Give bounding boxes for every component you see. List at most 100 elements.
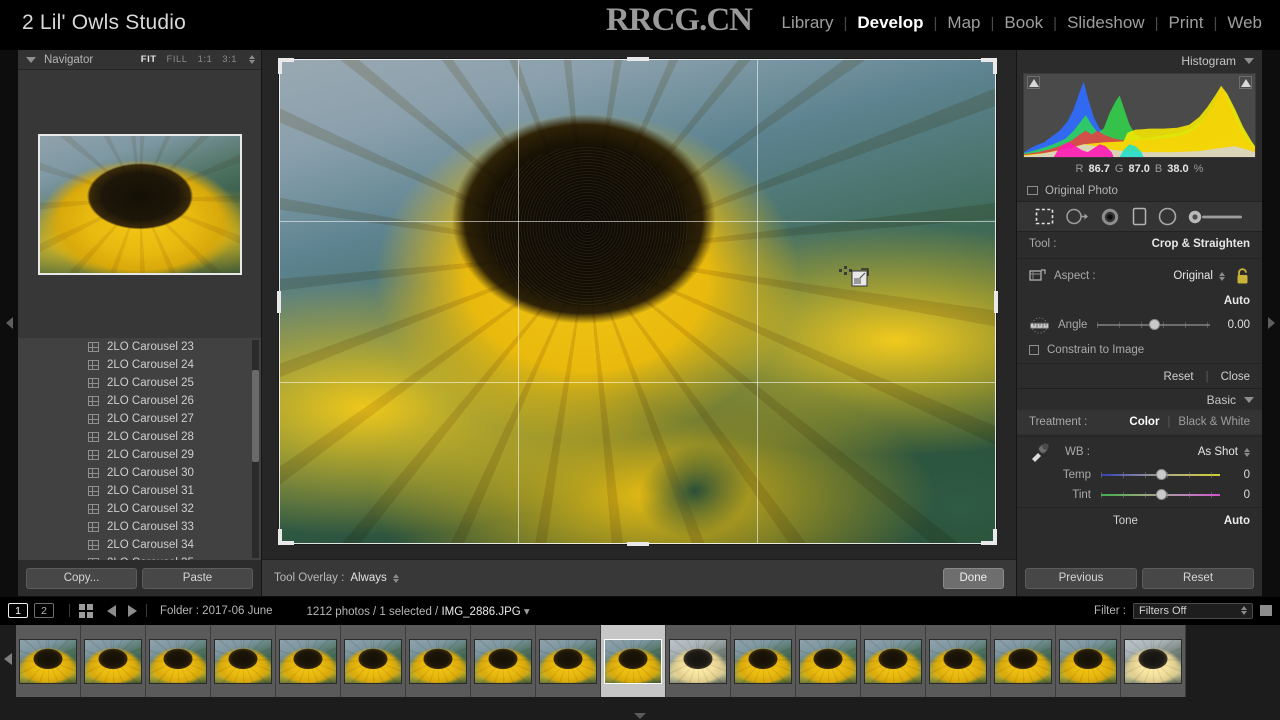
list-item[interactable]: 2LO Carousel 23	[18, 338, 261, 356]
list-item[interactable]: 2LO Carousel 24	[18, 356, 261, 374]
angle-value[interactable]: 0.00	[1220, 319, 1250, 331]
list-item[interactable]	[1056, 625, 1121, 697]
list-item[interactable]	[991, 625, 1056, 697]
list-item[interactable]: 2LO Carousel 27	[18, 410, 261, 428]
checkbox-icon[interactable]	[1029, 345, 1039, 355]
tint-value[interactable]: 0	[1230, 489, 1250, 501]
screen-1-button[interactable]: 1	[8, 603, 28, 618]
slider-knob[interactable]	[1148, 319, 1160, 330]
list-item[interactable]	[341, 625, 406, 697]
tint-slider[interactable]	[1101, 489, 1220, 500]
filter-select[interactable]: Filters Off	[1133, 602, 1253, 619]
previous-photo-arrow-icon[interactable]	[107, 604, 116, 617]
right-panel-toggle[interactable]	[1262, 50, 1280, 596]
histogram-header[interactable]: Histogram	[1017, 50, 1262, 72]
auto-button[interactable]: Auto	[1224, 295, 1250, 307]
list-item[interactable]	[1121, 625, 1186, 697]
treatment-color-option[interactable]: Color	[1129, 416, 1159, 428]
module-web[interactable]: Web	[1217, 13, 1272, 33]
lock-icon[interactable]	[1235, 267, 1250, 285]
module-book[interactable]: Book	[994, 13, 1053, 33]
module-slideshow[interactable]: Slideshow	[1057, 13, 1155, 33]
slider-knob[interactable]	[1155, 489, 1167, 500]
crop-tool-icon[interactable]	[1035, 208, 1054, 225]
list-item[interactable]	[666, 625, 731, 697]
list-item[interactable]	[211, 625, 276, 697]
angle-slider[interactable]	[1097, 319, 1210, 330]
scrollbar-thumb[interactable]	[252, 370, 259, 462]
straighten-tool-icon[interactable]	[1029, 316, 1050, 334]
adjustment-brush-tool-icon[interactable]	[1188, 209, 1244, 225]
list-item[interactable]	[406, 625, 471, 697]
list-item[interactable]	[731, 625, 796, 697]
filmstrip-resize-handle[interactable]	[634, 713, 646, 719]
temp-value[interactable]: 0	[1230, 469, 1250, 481]
copy-button[interactable]: Copy...	[26, 567, 137, 589]
eyedropper-icon[interactable]	[1029, 442, 1051, 462]
list-item[interactable]	[861, 625, 926, 697]
histogram-chart[interactable]	[1023, 73, 1256, 158]
list-item[interactable]: 2LO Carousel 34	[18, 536, 261, 554]
list-item[interactable]	[16, 625, 81, 697]
list-item[interactable]: 2LO Carousel 32	[18, 500, 261, 518]
list-item[interactable]	[276, 625, 341, 697]
zoom-1-1[interactable]: 1:1	[198, 54, 213, 65]
module-map[interactable]: Map	[937, 13, 990, 33]
filename-dropdown-arrow-icon[interactable]: ▾	[524, 606, 530, 618]
list-item[interactable]: 2LO Carousel 28	[18, 428, 261, 446]
list-item[interactable]: 2LO Carousel 33	[18, 518, 261, 536]
paste-button[interactable]: Paste	[142, 567, 253, 589]
main-photo[interactable]	[279, 59, 996, 544]
navigator-header[interactable]: Navigator FIT FILL 1:1 3:1	[18, 50, 261, 70]
graduated-filter-tool-icon[interactable]	[1132, 207, 1147, 226]
previous-button[interactable]: Previous	[1025, 567, 1137, 589]
identity-plate[interactable]: 2 Lil' Owls Studio	[22, 11, 186, 35]
slider-knob[interactable]	[1155, 469, 1167, 480]
list-item[interactable]: 2LO Carousel 26	[18, 392, 261, 410]
zoom-fit[interactable]: FIT	[141, 54, 157, 65]
list-item-selected[interactable]	[601, 625, 666, 697]
list-item[interactable]	[471, 625, 536, 697]
filmstrip-scroll-left-icon[interactable]	[4, 653, 12, 665]
list-item[interactable]	[926, 625, 991, 697]
crop-reset-button[interactable]: Reset	[1164, 371, 1194, 383]
zoom-fill[interactable]: FILL	[167, 54, 188, 65]
aspect-value[interactable]: Original	[1173, 270, 1213, 282]
presets-scrollbar[interactable]	[252, 340, 259, 558]
list-item[interactable]: 2LO Carousel 25	[18, 374, 261, 392]
original-photo-row[interactable]: Original Photo	[1017, 180, 1262, 202]
wb-stepper-icon[interactable]	[1244, 447, 1250, 457]
shadow-clipping-indicator[interactable]	[1027, 76, 1040, 89]
left-panel-toggle[interactable]	[0, 50, 18, 596]
basic-panel-header[interactable]: Basic	[1017, 388, 1262, 410]
screen-2-button[interactable]: 2	[34, 603, 54, 618]
list-item[interactable]	[796, 625, 861, 697]
list-item[interactable]	[536, 625, 601, 697]
navigator-preview[interactable]	[18, 70, 261, 338]
tool-overlay-value[interactable]: Always	[350, 572, 386, 584]
list-item[interactable]: 2LO Carousel 31	[18, 482, 261, 500]
triangle-down-icon[interactable]	[1244, 58, 1254, 64]
image-stage[interactable]	[262, 50, 1016, 559]
folder-label[interactable]: Folder : 2017-06 June	[160, 605, 273, 617]
done-button[interactable]: Done	[942, 567, 1004, 589]
red-eye-tool-icon[interactable]	[1100, 208, 1120, 226]
zoom-stepper-icon[interactable]	[249, 55, 255, 64]
next-photo-arrow-icon[interactable]	[128, 604, 137, 617]
tool-overlay-stepper-icon[interactable]	[392, 573, 399, 583]
triangle-down-icon[interactable]	[26, 56, 36, 63]
treatment-bw-option[interactable]: Black & White	[1178, 416, 1250, 428]
temp-slider[interactable]	[1101, 469, 1220, 480]
zoom-3-1[interactable]: 3:1	[222, 54, 237, 65]
list-item[interactable]	[146, 625, 211, 697]
crop-close-button[interactable]: Close	[1221, 371, 1250, 383]
reset-button[interactable]: Reset	[1142, 567, 1254, 589]
list-item[interactable]: 2LO Carousel 30	[18, 464, 261, 482]
filter-lock-icon[interactable]	[1260, 605, 1272, 616]
grid-view-icon[interactable]	[79, 603, 93, 618]
current-filename[interactable]: IMG_2886.JPG	[441, 606, 520, 618]
wb-value[interactable]: As Shot	[1198, 446, 1238, 458]
module-library[interactable]: Library	[772, 13, 844, 33]
module-print[interactable]: Print	[1158, 13, 1213, 33]
filter-stepper-icon[interactable]	[1241, 606, 1247, 615]
